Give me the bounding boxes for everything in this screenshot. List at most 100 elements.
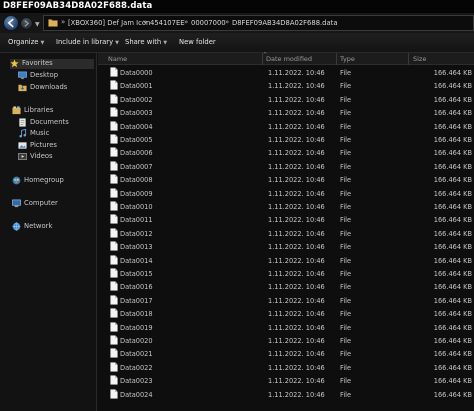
file-date-modified: 1.11.2022. 10:46 <box>268 216 325 225</box>
column-divider[interactable] <box>336 53 337 65</box>
file-date-modified: 1.11.2022. 10:46 <box>268 162 325 171</box>
file-type: File <box>340 216 352 225</box>
file-icon <box>110 295 118 305</box>
share-with-button[interactable]: Share with ▼ <box>125 38 167 46</box>
sidebar-item-favorites[interactable]: Favorites <box>10 59 94 69</box>
file-size: 166.464 KB <box>433 95 472 104</box>
file-row[interactable]: Data0020 1.11.2022. 10:46 File 166.464 KB <box>98 335 474 348</box>
organize-button[interactable]: Organize ▼ <box>8 38 44 46</box>
chevron-down-icon: ▼ <box>115 40 119 46</box>
file-row[interactable]: Data0014 1.11.2022. 10:46 File 166.464 KB <box>98 254 474 268</box>
file-row[interactable]: Data0023 1.11.2022. 10:46 File 166.464 KB <box>98 375 474 388</box>
documents-icon <box>19 118 26 127</box>
file-icon <box>110 67 118 77</box>
file-size: 166.464 KB <box>433 136 472 144</box>
file-row[interactable]: Data0009 1.11.2022. 10:46 File 166.464 KB <box>98 187 474 201</box>
file-type: File <box>340 337 352 345</box>
back-button[interactable] <box>3 15 19 31</box>
file-date-modified: 1.11.2022. 10:46 <box>268 270 325 278</box>
column-header-date-modified[interactable]: Date modified <box>266 55 312 63</box>
file-icon <box>110 228 118 238</box>
file-row[interactable]: Data0003 1.11.2022. 10:46 File 166.464 KB <box>98 107 474 120</box>
column-header-size[interactable]: Size <box>413 55 426 63</box>
file-date-modified: 1.11.2022. 10:46 <box>268 109 325 118</box>
breadcrumb-segment[interactable]: 454107EE <box>150 19 185 27</box>
column-divider[interactable] <box>408 53 409 65</box>
new-folder-button[interactable]: New folder <box>179 38 216 46</box>
file-date-modified: 1.11.2022. 10:46 <box>268 283 325 292</box>
file-row[interactable]: Data0001 1.11.2022. 10:46 File 166.464 KB <box>98 80 474 93</box>
breadcrumb-separator[interactable]: » <box>143 18 147 26</box>
file-row[interactable]: Data0010 1.11.2022. 10:46 File 166.464 KB <box>98 201 474 214</box>
file-row[interactable]: Data0018 1.11.2022. 10:46 File 166.464 KB <box>98 308 474 321</box>
folder-icon <box>48 19 58 27</box>
file-name: Data0024 <box>120 390 153 399</box>
file-date-modified: 1.11.2022. 10:46 <box>268 95 325 104</box>
file-row[interactable]: Data0002 1.11.2022. 10:46 File 166.464 KB <box>98 94 474 107</box>
file-row[interactable]: Data0007 1.11.2022. 10:46 File 166.464 KB <box>98 161 474 174</box>
sidebar-item-label: Desktop <box>30 71 59 79</box>
column-divider[interactable] <box>262 53 263 65</box>
column-header-type[interactable]: Type <box>340 55 355 63</box>
file-size: 166.464 KB <box>433 363 472 372</box>
file-row[interactable]: Data0016 1.11.2022. 10:46 File 166.464 KB <box>98 281 474 294</box>
file-name: Data0011 <box>120 216 153 225</box>
share-with-label: Share with <box>125 38 162 46</box>
file-name: Data0008 <box>120 176 153 185</box>
column-header-name[interactable]: Name <box>108 55 127 63</box>
file-size: 166.464 KB <box>433 122 472 131</box>
breadcrumb-separator[interactable]: » <box>184 18 188 26</box>
breadcrumb-segment[interactable]: D8FEF09AB34D8A02F688.data <box>232 19 338 27</box>
include-in-library-label: Include in library <box>56 38 114 46</box>
file-name: Data0017 <box>120 296 153 305</box>
address-bar: ▼ » [XBOX360] Def Jam Icon » 454107EE » … <box>0 13 474 33</box>
recent-pages-chevron-down-icon[interactable]: ▼ <box>35 21 40 28</box>
breadcrumb-separator[interactable]: » <box>225 18 229 26</box>
file-icon <box>110 94 118 104</box>
file-icon <box>110 80 118 91</box>
file-row[interactable]: Data0011 1.11.2022. 10:46 File 166.464 KB <box>98 214 474 227</box>
file-row[interactable]: Data0012 1.11.2022. 10:46 File 166.464 KB <box>98 228 474 241</box>
organize-label: Organize <box>8 38 39 46</box>
file-date-modified: 1.11.2022. 10:46 <box>268 229 325 238</box>
file-size: 166.464 KB <box>433 229 472 238</box>
file-icon <box>110 120 118 131</box>
file-type: File <box>340 390 352 399</box>
file-row[interactable]: Data0019 1.11.2022. 10:46 File 166.464 KB <box>98 321 474 335</box>
file-row[interactable]: Data0021 1.11.2022. 10:46 File 166.464 KB <box>98 348 474 361</box>
file-icon <box>110 335 118 345</box>
file-size: 166.464 KB <box>433 270 472 278</box>
file-size: 166.464 KB <box>433 82 472 91</box>
breadcrumb-segment[interactable]: 00007000 <box>191 19 226 27</box>
sidebar-item-label: Network <box>24 222 53 230</box>
file-size: 166.464 KB <box>433 243 472 252</box>
file-date-modified: 1.11.2022. 10:46 <box>268 136 325 144</box>
file-row[interactable]: Data0024 1.11.2022. 10:46 File 166.464 KB <box>98 388 474 402</box>
forward-button[interactable] <box>20 17 33 30</box>
breadcrumb-segment[interactable]: [XBOX360] Def Jam Icon <box>68 19 150 27</box>
file-row[interactable]: Data0022 1.11.2022. 10:46 File 166.464 KB <box>98 362 474 375</box>
file-type: File <box>340 270 352 278</box>
file-row[interactable]: Data0000 1.11.2022. 10:46 File 166.464 KB <box>98 67 474 80</box>
sidebar-item-label: Documents <box>30 118 69 126</box>
file-row[interactable]: Data0017 1.11.2022. 10:46 File 166.464 KB <box>98 295 474 308</box>
column-header-row: ^ Name Date modified Type Size <box>98 52 474 65</box>
file-icon <box>110 268 118 278</box>
file-date-modified: 1.11.2022. 10:46 <box>268 377 325 386</box>
file-row[interactable]: Data0013 1.11.2022. 10:46 File 166.464 KB <box>98 241 474 254</box>
file-type: File <box>340 310 352 319</box>
navigation-pane: Favorites Desktop Downloads Libraries Do… <box>0 53 97 411</box>
file-row[interactable]: Data0006 1.11.2022. 10:46 File 166.464 KB <box>98 147 474 160</box>
file-row[interactable]: Data0015 1.11.2022. 10:46 File 166.464 KB <box>98 268 474 281</box>
file-row[interactable]: Data0008 1.11.2022. 10:46 File 166.464 KB <box>98 174 474 187</box>
sidebar-item-label: Computer <box>24 199 58 207</box>
libraries-icon <box>12 106 21 115</box>
breadcrumb-separator[interactable]: » <box>61 18 65 26</box>
include-in-library-button[interactable]: Include in library ▼ <box>56 38 119 46</box>
file-name: Data0021 <box>120 350 153 359</box>
file-row[interactable]: Data0004 1.11.2022. 10:46 File 166.464 KB <box>98 120 474 134</box>
file-row[interactable]: Data0005 1.11.2022. 10:46 File 166.464 KB <box>98 134 474 147</box>
file-date-modified: 1.11.2022. 10:46 <box>268 363 325 372</box>
address-field[interactable]: » [XBOX360] Def Jam Icon » 454107EE » 00… <box>43 15 474 31</box>
desktop-icon <box>18 71 27 80</box>
